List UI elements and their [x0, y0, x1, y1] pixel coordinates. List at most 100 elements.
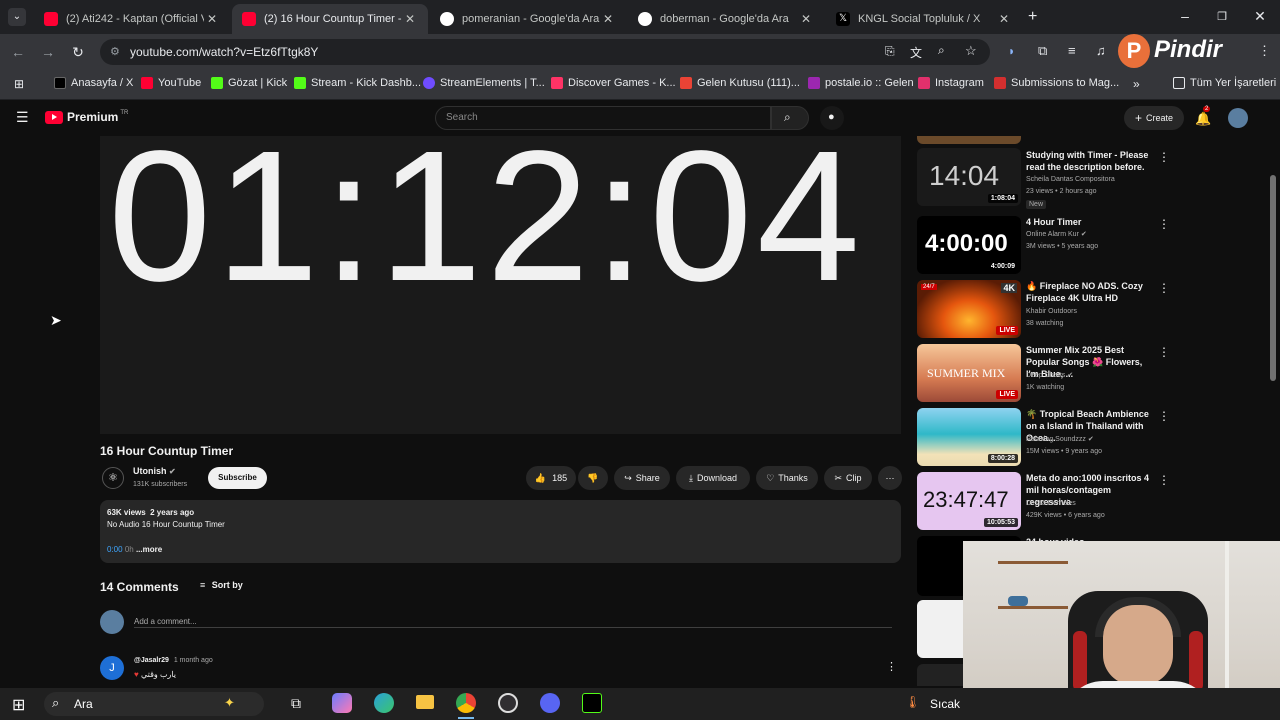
more-actions-button[interactable]: ⋯: [878, 466, 902, 490]
minimize-window-icon[interactable]: –: [1170, 8, 1200, 24]
reload-icon[interactable]: ↻: [68, 42, 88, 62]
recommended-menu-icon[interactable]: ⋮: [1158, 281, 1170, 295]
notifications-button[interactable]: 🔔 2: [1195, 106, 1211, 128]
recommended-top-partial-thumb[interactable]: [917, 136, 1021, 144]
recommended-thumbnail[interactable]: 14:04 1:08:04: [917, 148, 1021, 206]
browser-menu-icon[interactable]: ⋮: [1258, 43, 1271, 59]
voice-search-button[interactable]: ●: [820, 106, 844, 130]
zoom-icon[interactable]: ⌕: [938, 43, 945, 58]
channel-avatar[interactable]: ⚛: [102, 467, 124, 489]
bookmark-gmail[interactable]: Gelen Kutusu (111)...: [680, 77, 800, 89]
sort-by-button[interactable]: ≡ Sort by: [200, 580, 243, 590]
page-scrollbar[interactable]: [1270, 175, 1276, 381]
clip-button[interactable]: ✂ Clip: [824, 466, 872, 490]
search-button[interactable]: ⌕: [771, 106, 809, 130]
restore-window-icon[interactable]: ❐: [1207, 10, 1237, 23]
install-app-icon[interactable]: ⎘: [885, 44, 895, 59]
commenter-avatar[interactable]: J: [100, 656, 124, 680]
close-tab-icon[interactable]: ✕: [996, 12, 1012, 26]
bookmark-kick-dashboard[interactable]: Stream - Kick Dashb...: [294, 77, 421, 89]
address-bar[interactable]: ⚙ youtube.com/watch?v=Etz6fTtgk8Y ⎘ 文 ⌕ …: [100, 39, 990, 65]
recommended-thumbnail[interactable]: 23:47:47 10:05:53: [917, 472, 1021, 530]
recommended-channel[interactable]: Online Alarm Kur ✔: [1026, 229, 1087, 241]
close-window-icon[interactable]: ✕: [1245, 8, 1275, 25]
recommended-channel[interactable]: Relaxing Soundzzz ✔: [1026, 434, 1094, 446]
tab-ati242[interactable]: (2) Ati242 - Kaptan (Official Vid ✕: [34, 4, 230, 34]
copilot-icon[interactable]: [332, 693, 352, 713]
description-box[interactable]: 63K views 2 years ago No Audio 16 Hour C…: [100, 500, 901, 563]
youtube-premium-logo[interactable]: Premium TR: [45, 110, 128, 124]
back-icon[interactable]: ←: [8, 42, 28, 62]
edge-icon[interactable]: [374, 693, 394, 713]
new-tab-button[interactable]: +: [1028, 8, 1037, 26]
bookmark-x-home[interactable]: Anasayfa / X: [54, 77, 133, 89]
extensions-puzzle-icon[interactable]: ⧉: [1038, 43, 1047, 59]
close-tab-icon[interactable]: ✕: [402, 12, 418, 26]
download-button[interactable]: ⤓ Download: [676, 466, 750, 490]
all-bookmarks-folder[interactable]: Tüm Yer İşaretleri: [1173, 77, 1276, 89]
share-button[interactable]: ↪ Share: [614, 466, 670, 490]
close-tab-icon[interactable]: ✕: [798, 12, 814, 26]
bookmark-postale[interactable]: postale.io :: Gelen: [808, 77, 914, 89]
recommended-title[interactable]: 🔥 Fireplace NO ADS. Cozy Fireplace 4K Ul…: [1026, 280, 1154, 304]
tab-countup-timer[interactable]: (2) 16 Hour Countup Timer - Yo ✕: [232, 4, 428, 34]
like-button[interactable]: 👍 185: [526, 466, 576, 490]
timestamp-link[interactable]: 0:00: [107, 545, 123, 554]
more-bookmarks-icon[interactable]: »: [1133, 77, 1140, 91]
recommended-channel[interactable]: Deep Charts ✔: [1026, 370, 1073, 382]
subscribe-button[interactable]: Subscribe: [208, 467, 267, 489]
bookmark-discover-games[interactable]: Discover Games - K...: [551, 77, 676, 89]
recommended-menu-icon[interactable]: ⋮: [1158, 217, 1170, 231]
recommended-thumbnail-partial[interactable]: [917, 600, 967, 658]
recommended-thumbnail[interactable]: 24/7 4K LIVE: [917, 280, 1021, 338]
search-input[interactable]: Search: [435, 106, 771, 130]
recommended-thumbnail-partial[interactable]: [917, 664, 967, 686]
recommended-title[interactable]: Studying with Timer - Please read the de…: [1026, 149, 1154, 173]
recommended-menu-icon[interactable]: ⋮: [1158, 345, 1170, 359]
recommended-channel[interactable]: Scheila Dantas Compositora: [1026, 174, 1115, 186]
tab-kngl[interactable]: 𝕏 KNGL Social Topluluk / X ✕: [826, 4, 1022, 34]
account-avatar[interactable]: [1228, 108, 1248, 128]
file-explorer-icon[interactable]: [416, 695, 434, 709]
recommended-thumbnail[interactable]: 4:00:00 4:00:09: [917, 216, 1021, 274]
bookmark-kick-browse[interactable]: Gözat | Kick: [211, 77, 287, 89]
bookmark-instagram[interactable]: Instagram: [918, 77, 984, 89]
windows-start-icon[interactable]: ⊞: [12, 695, 25, 715]
comment-author[interactable]: @Jasalr29: [134, 657, 169, 664]
chrome-icon[interactable]: [456, 693, 476, 713]
recommended-title[interactable]: 4 Hour Timer: [1026, 216, 1154, 228]
close-tab-icon[interactable]: ✕: [600, 12, 616, 26]
apps-grid-icon[interactable]: ⊞: [14, 77, 24, 91]
translate-icon[interactable]: 文: [910, 44, 922, 61]
kick-app-icon[interactable]: [582, 693, 602, 713]
channel-name[interactable]: Utonish ✔: [133, 466, 176, 476]
discord-icon[interactable]: [540, 693, 560, 713]
reading-list-icon[interactable]: ≡: [1068, 43, 1076, 58]
bookmark-youtube[interactable]: YouTube: [141, 77, 201, 89]
recommended-menu-icon[interactable]: ⋮: [1158, 150, 1170, 164]
video-player[interactable]: 01:12:04: [100, 136, 901, 434]
add-comment-input[interactable]: Add a comment...: [134, 611, 892, 628]
task-view-icon[interactable]: ⧉: [291, 695, 301, 712]
bookmark-submissions[interactable]: Submissions to Mag...: [994, 77, 1119, 89]
tab-search-button[interactable]: ⌄: [8, 8, 26, 26]
close-tab-icon[interactable]: ✕: [204, 12, 220, 26]
taskbar-search[interactable]: ⌕ Ara ✦: [44, 692, 264, 716]
dislike-button[interactable]: 👎: [578, 466, 608, 490]
recommended-menu-icon[interactable]: ⋮: [1158, 473, 1170, 487]
bookmark-star-icon[interactable]: ☆: [965, 43, 977, 59]
recommended-thumbnail[interactable]: 8:00:28: [917, 408, 1021, 466]
site-info-icon[interactable]: ⚙: [110, 45, 120, 58]
tab-doberman[interactable]: doberman - Google'da Ara ✕: [628, 4, 824, 34]
recommended-channel[interactable]: Khabir Outdoors: [1026, 306, 1077, 318]
bookmark-streamelements[interactable]: StreamElements | T...: [423, 77, 545, 89]
extension-icon[interactable]: ◗: [1008, 44, 1015, 58]
recommended-thumbnail[interactable]: SUMMER MIX LIVE: [917, 344, 1021, 402]
recommended-menu-icon[interactable]: ⋮: [1158, 409, 1170, 423]
forward-icon[interactable]: →: [38, 42, 58, 62]
hamburger-menu-icon[interactable]: ☰: [16, 109, 29, 126]
create-button[interactable]: + Create: [1124, 106, 1184, 130]
obs-icon[interactable]: [498, 693, 518, 713]
thanks-button[interactable]: ♡ Thanks: [756, 466, 818, 490]
show-more-link[interactable]: ...more: [136, 545, 162, 554]
